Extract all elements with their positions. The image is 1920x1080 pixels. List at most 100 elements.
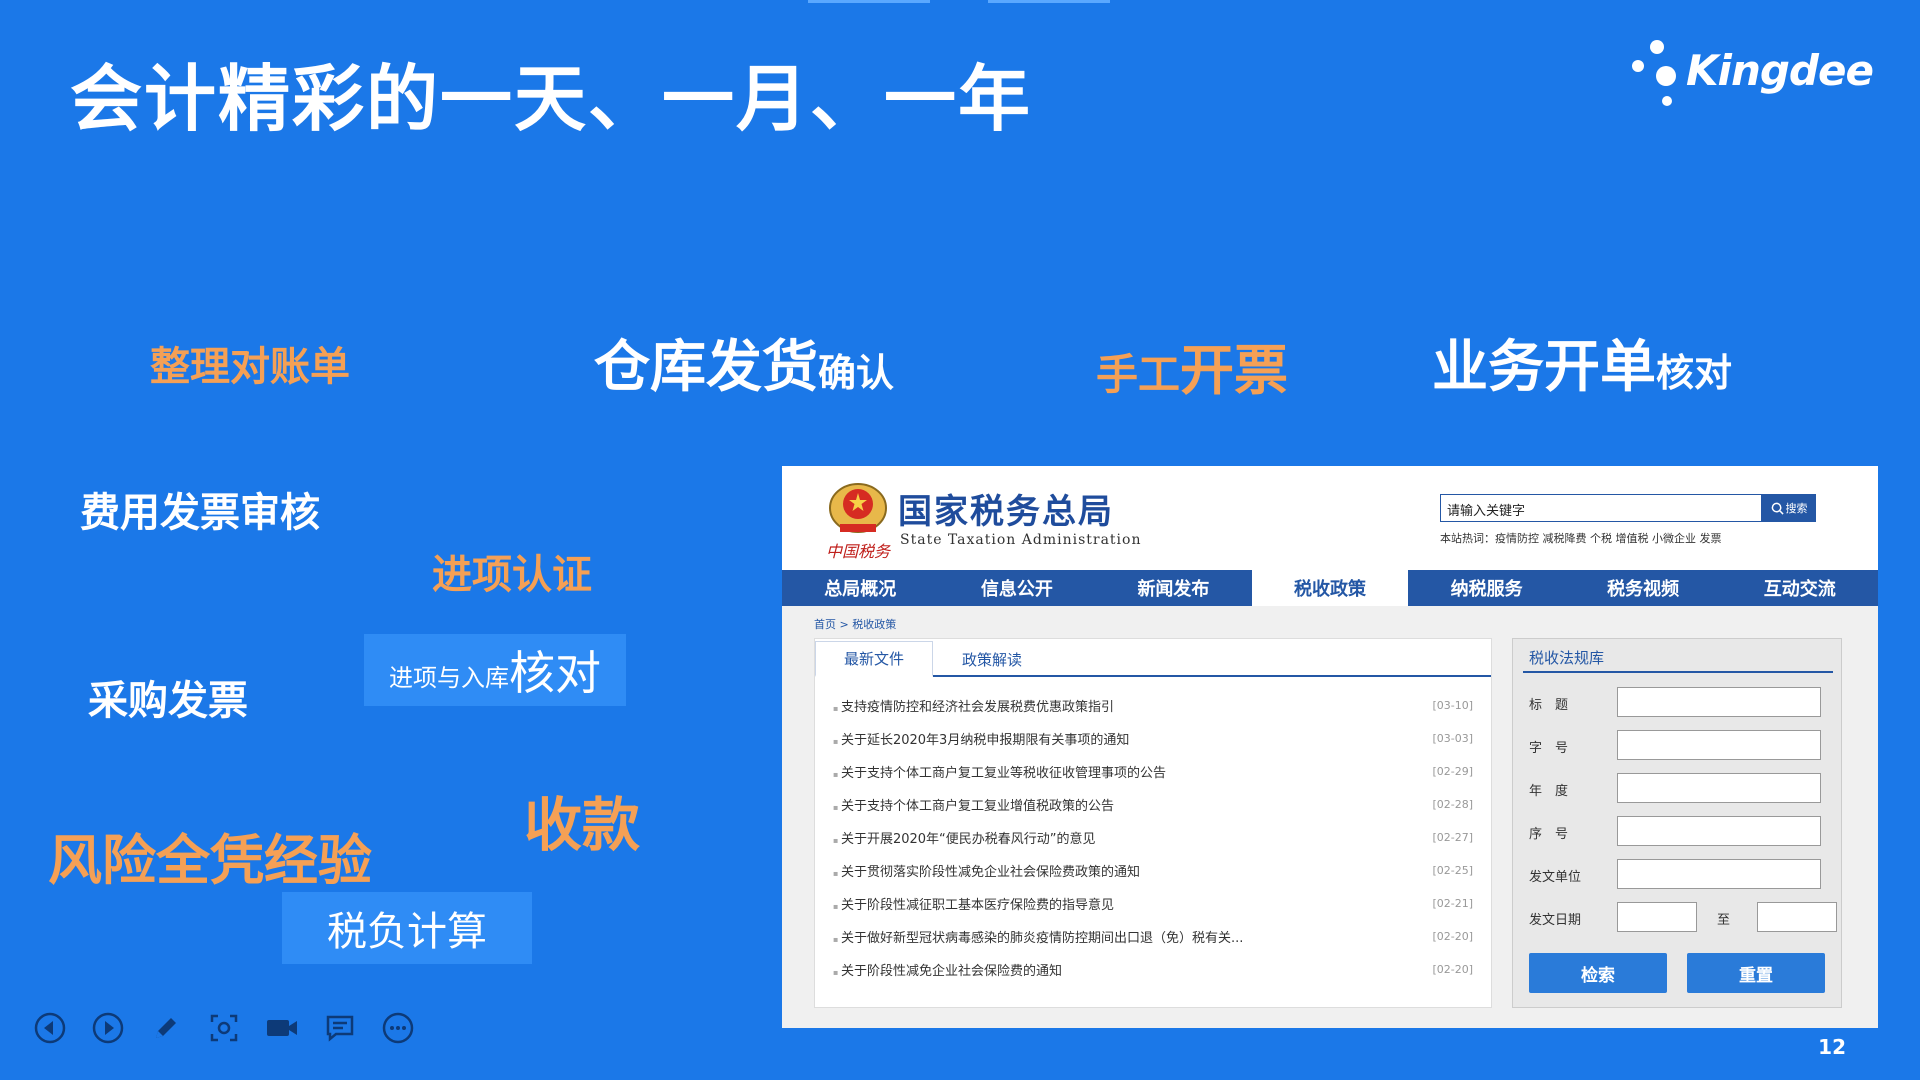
screen-capture-icon[interactable] (206, 1010, 242, 1046)
task-input-inventory-check-big: 核对 (509, 646, 601, 700)
page-number: 12 (1818, 1035, 1846, 1059)
site-nav: 总局概况 信息公开 新闻发布 税收政策 纳税服务 税务视频 互动交流 (782, 570, 1878, 606)
reset-button[interactable]: 重置 (1687, 953, 1825, 993)
tab-policy-interpretation[interactable]: 政策解读 (933, 641, 1051, 677)
org-name-en: State Taxation Administration (900, 532, 1142, 548)
news-date: [02-20] (1432, 930, 1473, 943)
list-item[interactable]: 关于支持个体工商户复工复业增值税政策的公告 [02-28] (833, 788, 1473, 821)
prev-icon[interactable] (32, 1010, 68, 1046)
news-title[interactable]: 关于做好新型冠状病毒感染的肺炎疫情防控期间出口退（免）税有关... (833, 927, 1243, 946)
law-db-divider (1523, 671, 1833, 673)
field-issuer: 发文单位 (1529, 859, 1829, 891)
tab-latest-files[interactable]: 最新文件 (815, 641, 933, 677)
news-date: [02-29] (1432, 765, 1473, 778)
site-search-input[interactable]: 请输入关键字 (1440, 494, 1762, 522)
task-risk-experience: 风险全凭经验 (48, 829, 372, 892)
field-label: 发文日期 (1529, 913, 1582, 928)
task-reconcile-statement: 整理对账单 (150, 344, 350, 390)
task-purchase-invoice: 采购发票 (88, 678, 248, 724)
issuer-input[interactable] (1617, 859, 1821, 889)
news-title[interactable]: 关于支持个体工商户复工复业增值税政策的公告 (833, 795, 1114, 814)
news-title[interactable]: 关于阶段性减免企业社会保险费的通知 (833, 960, 1062, 979)
list-item[interactable]: 关于支持个体工商户复工复业等税收征收管理事项的公告 [02-29] (833, 755, 1473, 788)
more-icon[interactable] (380, 1010, 416, 1046)
top-strip (808, 0, 930, 3)
news-date: [03-03] (1432, 732, 1473, 745)
news-title[interactable]: 关于贯彻落实阶段性减免企业社会保险费政策的通知 (833, 861, 1140, 880)
news-date: [02-25] (1432, 864, 1473, 877)
site-nav-item-active[interactable]: 税收政策 (1251, 570, 1409, 606)
task-manual-invoice: 手工开票 (1096, 326, 1288, 405)
task-warehouse-shipping: 仓库发货确认 (594, 322, 894, 403)
news-title[interactable]: 关于开展2020年“便民办税春风行动”的意见 (833, 828, 1096, 847)
site-nav-item[interactable]: 新闻发布 (1095, 570, 1252, 606)
field-label: 发文单位 (1529, 870, 1582, 885)
list-item[interactable]: 关于阶段性减征职工基本医疗保险费的指导意见 [02-21] (833, 887, 1473, 920)
task-manual-invoice-a: 手工 (1096, 350, 1181, 399)
national-emblem-icon (829, 483, 887, 533)
list-item[interactable]: 关于做好新型冠状病毒感染的肺炎疫情防控期间出口退（免）税有关... [02-20] (833, 920, 1473, 953)
news-date: [03-10] (1432, 699, 1473, 712)
org-name-cn: 国家税务总局 (898, 492, 1114, 532)
site-nav-item[interactable]: 互动交流 (1721, 570, 1878, 606)
task-input-certification: 进项认证 (432, 552, 592, 598)
task-business-order: 业务开单核对 (1432, 322, 1732, 403)
task-business-order-main: 业务开单 (1432, 335, 1656, 400)
breadcrumb[interactable]: 首页 > 税收政策 (814, 616, 896, 632)
top-strip (988, 0, 1110, 3)
field-label: 年 度 (1529, 784, 1569, 799)
news-title[interactable]: 关于支持个体工商户复工复业等税收征收管理事项的公告 (833, 762, 1166, 781)
year-input[interactable] (1617, 773, 1821, 803)
pen-icon[interactable] (148, 1010, 184, 1046)
law-db-panel: 税收法规库 标 题 字 号 年 度 序 号 发文单位 发文日期 至 检索 重置 (1512, 638, 1842, 1008)
comment-icon[interactable] (322, 1010, 358, 1046)
camera-icon[interactable] (264, 1010, 300, 1046)
field-doc-number: 字 号 (1529, 730, 1829, 762)
task-manual-invoice-b: 开票 (1180, 339, 1289, 402)
news-date: [02-21] (1432, 897, 1473, 910)
task-warehouse-shipping-suffix: 确认 (818, 351, 895, 395)
site-nav-item[interactable]: 纳税服务 (1408, 570, 1565, 606)
presentation-toolbar (32, 1010, 416, 1046)
news-list: 支持疫情防控和经济社会发展税费优惠政策指引 [03-10] 关于延长2020年3月… (833, 689, 1473, 986)
news-date: [02-28] (1432, 798, 1473, 811)
kingdee-logo: Kingdee (1632, 38, 1874, 118)
title-input[interactable] (1617, 687, 1821, 717)
news-title[interactable]: 关于阶段性减征职工基本医疗保险费的指导意见 (833, 894, 1114, 913)
site-content: 首页 > 税收政策 最新文件 政策解读 支持疫情防控和经济社会发展税费优惠政策指… (782, 606, 1878, 1028)
field-year: 年 度 (1529, 773, 1829, 805)
date-to-input[interactable] (1757, 902, 1837, 932)
seal-signature: 中国税务 (826, 542, 891, 561)
doc-number-input[interactable] (1617, 730, 1821, 760)
date-to-label: 至 (1717, 913, 1731, 928)
task-input-inventory-check-small: 进项与入库 (389, 663, 509, 692)
list-item[interactable]: 支持疫情防控和经济社会发展税费优惠政策指引 [03-10] (833, 689, 1473, 722)
next-icon[interactable] (90, 1010, 126, 1046)
list-item[interactable]: 关于贯彻落实阶段性减免企业社会保险费政策的通知 [02-25] (833, 854, 1473, 887)
field-issue-date: 发文日期 至 (1529, 902, 1837, 934)
site-search-button[interactable]: 搜索 (1762, 494, 1816, 522)
field-label: 标 题 (1529, 698, 1569, 713)
search-icon (1771, 502, 1784, 515)
field-label: 字 号 (1529, 741, 1569, 756)
site-nav-item[interactable]: 信息公开 (939, 570, 1096, 606)
list-item[interactable]: 关于开展2020年“便民办税春风行动”的意见 [02-27] (833, 821, 1473, 854)
site-nav-item[interactable]: 总局概况 (782, 570, 939, 606)
news-title[interactable]: 支持疫情防控和经济社会发展税费优惠政策指引 (833, 696, 1114, 715)
list-item[interactable]: 关于延长2020年3月纳税申报期限有关事项的通知 [03-03] (833, 722, 1473, 755)
site-search-button-label: 搜索 (1785, 502, 1808, 515)
field-title: 标 题 (1529, 687, 1829, 719)
serial-input[interactable] (1617, 816, 1821, 846)
site-nav-item[interactable]: 税务视频 (1565, 570, 1722, 606)
search-button[interactable]: 检索 (1529, 953, 1667, 993)
brand-name: Kingdee (1686, 46, 1874, 95)
task-expense-invoice-review: 费用发票审核 (80, 490, 320, 536)
task-business-order-suffix: 核对 (1656, 351, 1733, 395)
field-label: 序 号 (1529, 827, 1569, 842)
news-title[interactable]: 关于延长2020年3月纳税申报期限有关事项的通知 (833, 729, 1129, 748)
list-item[interactable]: 关于阶段性减免企业社会保险费的通知 [02-20] (833, 953, 1473, 986)
date-from-input[interactable] (1617, 902, 1697, 932)
news-date: [02-27] (1432, 831, 1473, 844)
law-db-title: 税收法规库 (1529, 649, 1605, 667)
slide-title: 会计精彩的一天、一月、一年 (70, 57, 1033, 141)
